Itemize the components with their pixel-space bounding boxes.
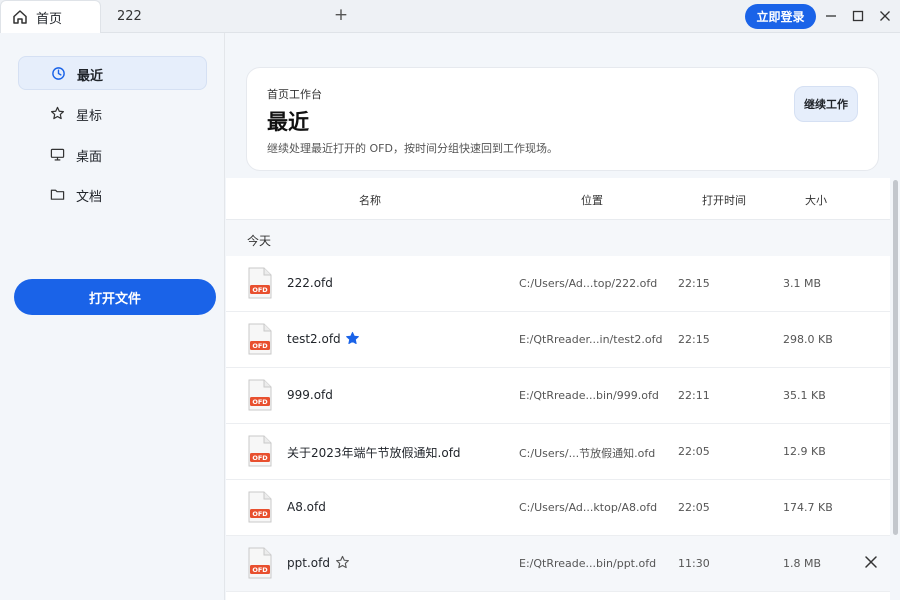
open-file-button[interactable]: 打开文件 bbox=[14, 279, 216, 315]
close-window-button[interactable] bbox=[876, 7, 894, 25]
close-icon bbox=[880, 11, 890, 21]
file-size: 35.1 KB bbox=[783, 389, 826, 402]
file-location: C:/Users/...节放假通知.ofd bbox=[519, 447, 656, 460]
clock-icon bbox=[52, 67, 65, 80]
table-row[interactable]: OFD A8.ofd C:/Users/Ad...ktop/A8.ofd 22:… bbox=[226, 480, 890, 536]
group-header-today: 今天 bbox=[226, 220, 890, 256]
sidebar-item-starred[interactable]: 星标 bbox=[18, 97, 207, 131]
file-badge: OFD bbox=[252, 510, 268, 518]
sidebar-item-label: 文档 bbox=[76, 190, 103, 205]
column-header-open-time[interactable]: 打开时间 bbox=[702, 192, 746, 208]
minimize-button[interactable] bbox=[822, 7, 840, 25]
star-outline-icon[interactable] bbox=[335, 555, 350, 570]
file-open-time: 22:05 bbox=[678, 445, 710, 458]
hero-card: 首页工作台 最近 继续处理最近打开的 OFD，按时间分组快速回到工作现场。 继续… bbox=[246, 67, 879, 171]
recent-files-table: 名称 位置 打开时间 大小 今天 OFD 222.ofd C:/Users/Ad… bbox=[226, 178, 890, 600]
table-row[interactable]: OFD 222.ofd C:/Users/Ad...top/222.ofd 22… bbox=[226, 256, 890, 312]
sidebar-item-label: 星标 bbox=[76, 109, 103, 124]
remove-item-icon[interactable] bbox=[864, 555, 878, 569]
file-name: test2.ofd bbox=[287, 332, 341, 346]
tab-label: 首页 bbox=[36, 11, 63, 27]
folder-icon bbox=[50, 189, 65, 200]
file-name: 关于2023年端午节放假通知.ofd bbox=[287, 446, 461, 460]
table-row[interactable]: OFD 999.ofd E:/QtRreade...bin/999.ofd 22… bbox=[226, 368, 890, 424]
file-badge: OFD bbox=[252, 398, 268, 406]
file-size: 298.0 KB bbox=[783, 333, 833, 346]
file-size: 1.8 MB bbox=[783, 557, 822, 570]
ofd-file-icon: OFD bbox=[248, 267, 272, 299]
scrollbar[interactable] bbox=[890, 178, 900, 600]
table-header: 名称 位置 打开时间 大小 bbox=[226, 178, 890, 220]
file-badge: OFD bbox=[252, 342, 268, 350]
hero-kicker: 首页工作台 bbox=[267, 88, 322, 101]
add-tab-button[interactable]: + bbox=[333, 5, 349, 25]
file-size: 174.7 KB bbox=[783, 501, 833, 514]
sidebar-item-label: 桌面 bbox=[76, 150, 103, 165]
sidebar-item-recent[interactable]: 最近 bbox=[18, 56, 207, 90]
tab-home[interactable]: 首页 bbox=[0, 0, 101, 33]
continue-work-button[interactable]: 继续工作 bbox=[794, 86, 858, 122]
ofd-file-icon: OFD bbox=[248, 435, 272, 467]
ofd-file-icon: OFD bbox=[248, 379, 272, 411]
column-header-name[interactable]: 名称 bbox=[359, 192, 381, 208]
table-row[interactable]: OFD 关于2023年端午节放假通知.ofd C:/Users/...节放假通知… bbox=[226, 424, 890, 480]
sidebar-item-documents[interactable]: 文档 bbox=[18, 178, 207, 212]
tab-222[interactable]: 222 bbox=[117, 0, 142, 33]
file-name: ppt.ofd bbox=[287, 556, 330, 570]
main-content: 首页工作台 最近 继续处理最近打开的 OFD，按时间分组快速回到工作现场。 继续… bbox=[226, 33, 900, 600]
home-icon bbox=[13, 10, 27, 24]
login-button[interactable]: 立即登录 bbox=[745, 4, 816, 29]
file-badge: OFD bbox=[252, 286, 268, 294]
sidebar: 最近 星标 桌面 文档 打开文件 bbox=[0, 33, 225, 600]
ofd-file-icon: OFD bbox=[248, 547, 272, 579]
file-location: E:/QtRreader...in/test2.ofd bbox=[519, 333, 663, 346]
file-location: E:/QtRreade...bin/ppt.ofd bbox=[519, 557, 657, 570]
file-size: 12.9 KB bbox=[783, 445, 826, 458]
ofd-file-icon: OFD bbox=[248, 323, 272, 355]
monitor-icon bbox=[50, 148, 65, 161]
star-icon bbox=[50, 106, 65, 120]
file-open-time: 22:15 bbox=[678, 333, 710, 346]
maximize-button[interactable] bbox=[849, 7, 867, 25]
sidebar-item-desktop[interactable]: 桌面 bbox=[18, 138, 207, 172]
file-name: 999.ofd bbox=[287, 388, 333, 402]
file-name: A8.ofd bbox=[287, 500, 326, 514]
file-location: C:/Users/Ad...ktop/A8.ofd bbox=[519, 501, 658, 514]
table-row[interactable]: OFD ppt.ofd E:/QtRreade...bin/ppt.ofd 11… bbox=[226, 536, 890, 592]
file-open-time: 22:15 bbox=[678, 277, 710, 290]
column-header-size[interactable]: 大小 bbox=[805, 192, 827, 208]
title-bar: 首页 222 + 立即登录 bbox=[0, 0, 900, 33]
column-header-location[interactable]: 位置 bbox=[581, 192, 603, 208]
file-size: 3.1 MB bbox=[783, 277, 822, 290]
star-filled-icon[interactable] bbox=[345, 331, 360, 346]
page-title: 最近 bbox=[267, 110, 309, 134]
file-open-time: 22:05 bbox=[678, 501, 710, 514]
sidebar-item-label: 最近 bbox=[77, 69, 104, 84]
tab-label: 222 bbox=[117, 9, 142, 24]
table-row[interactable]: OFD test2.ofd E:/QtRreader...in/test2.of… bbox=[226, 312, 890, 368]
file-name: 222.ofd bbox=[287, 276, 333, 290]
scrollbar-thumb[interactable] bbox=[893, 180, 898, 535]
minimize-icon bbox=[826, 15, 836, 17]
file-location: E:/QtRreade...bin/999.ofd bbox=[519, 389, 659, 402]
file-open-time: 22:11 bbox=[678, 389, 710, 402]
file-badge: OFD bbox=[252, 566, 268, 574]
file-badge: OFD bbox=[252, 454, 268, 462]
file-location: C:/Users/Ad...top/222.ofd bbox=[519, 277, 658, 290]
maximize-icon bbox=[852, 10, 864, 22]
file-open-time: 11:30 bbox=[678, 557, 710, 570]
ofd-file-icon: OFD bbox=[248, 491, 272, 523]
hero-description: 继续处理最近打开的 OFD，按时间分组快速回到工作现场。 bbox=[267, 142, 558, 155]
